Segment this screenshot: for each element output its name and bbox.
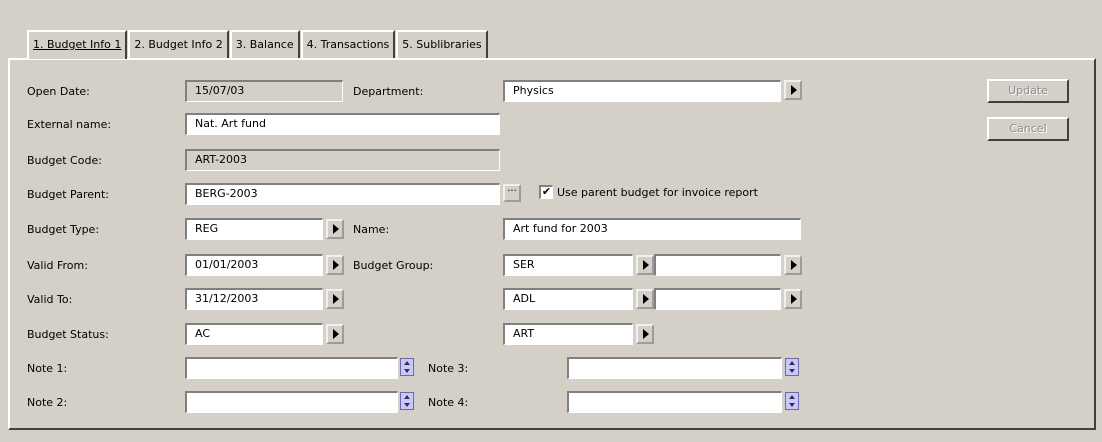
tab-transactions[interactable]: 4. Transactions: [300, 30, 396, 58]
open-date-label: Open Date:: [27, 85, 90, 98]
tab-sublibraries[interactable]: 5. Sublibraries: [396, 30, 488, 58]
budget-parent-browse-button[interactable]: ···: [503, 184, 521, 202]
note-1-label: Note 1:: [27, 362, 68, 375]
name-field[interactable]: Art fund for 2003: [503, 218, 801, 240]
valid-from-label: Valid From:: [27, 259, 88, 272]
tab-budget-info-1[interactable]: 1. Budget Info 1: [27, 30, 128, 59]
note-4-edit-icon[interactable]: [785, 392, 799, 410]
budget-parent-label: Budget Parent:: [27, 188, 109, 201]
budget-group-field-2[interactable]: ADL: [503, 288, 633, 310]
budget-group-2-arrow-icon[interactable]: [636, 289, 654, 309]
tab-budget-info-2[interactable]: 2. Budget Info 2: [128, 30, 229, 58]
budget-group-1-arrow-icon[interactable]: [636, 255, 654, 275]
update-button[interactable]: Update: [987, 79, 1069, 103]
valid-to-select-arrow-icon[interactable]: [326, 289, 344, 309]
budget-type-select-arrow-icon[interactable]: [326, 219, 344, 239]
form-panel: [8, 58, 1096, 430]
note-2-edit-icon[interactable]: [400, 392, 414, 410]
external-name-label: External name:: [27, 118, 112, 131]
note-2-label: Note 2:: [27, 396, 68, 409]
department-select-arrow-icon[interactable]: [784, 80, 802, 100]
note-4-label: Note 4:: [428, 396, 469, 409]
note-3-field[interactable]: [567, 357, 782, 379]
budget-group-desc-2[interactable]: [654, 288, 781, 310]
budget-status-label: Budget Status:: [27, 328, 109, 341]
note-2-field[interactable]: [185, 391, 398, 413]
valid-to-label: Valid To:: [27, 293, 73, 306]
name-label: Name:: [353, 223, 390, 236]
budget-group-desc-1-arrow-icon[interactable]: [784, 255, 802, 275]
budget-group-label: Budget Group:: [353, 259, 434, 272]
budget-parent-field[interactable]: BERG-2003: [185, 183, 500, 205]
budget-group-field-3[interactable]: ART: [503, 323, 633, 345]
budget-group-desc-2-arrow-icon[interactable]: [784, 289, 802, 309]
budget-type-label: Budget Type:: [27, 223, 100, 236]
budget-code-field: ART-2003: [185, 149, 500, 171]
use-parent-budget-checkbox[interactable]: ✔: [539, 185, 553, 199]
use-parent-budget-label: Use parent budget for invoice report: [557, 186, 758, 199]
note-1-edit-icon[interactable]: [400, 358, 414, 376]
department-label: Department:: [353, 85, 424, 98]
valid-from-field[interactable]: 01/01/2003: [185, 254, 323, 276]
budget-type-field[interactable]: REG: [185, 218, 323, 240]
note-3-label: Note 3:: [428, 362, 469, 375]
note-3-edit-icon[interactable]: [785, 358, 799, 376]
department-field[interactable]: Physics: [503, 80, 781, 102]
valid-from-select-arrow-icon[interactable]: [326, 255, 344, 275]
budget-status-select-arrow-icon[interactable]: [326, 324, 344, 344]
budget-group-desc-1[interactable]: [654, 254, 781, 276]
valid-to-field[interactable]: 31/12/2003: [185, 288, 323, 310]
tab-balance[interactable]: 3. Balance: [229, 30, 300, 58]
budget-code-label: Budget Code:: [27, 154, 102, 167]
external-name-field[interactable]: Nat. Art fund: [185, 113, 500, 135]
note-1-field[interactable]: [185, 357, 398, 379]
budget-group-3-arrow-icon[interactable]: [636, 324, 654, 344]
budget-group-field-1[interactable]: SER: [503, 254, 633, 276]
tab-strip: 1. Budget Info 1 2. Budget Info 2 3. Bal…: [27, 30, 489, 59]
budget-status-field[interactable]: AC: [185, 323, 323, 345]
note-4-field[interactable]: [567, 391, 782, 413]
open-date-field: 15/07/03: [185, 80, 343, 102]
cancel-button[interactable]: Cancel: [987, 117, 1069, 141]
